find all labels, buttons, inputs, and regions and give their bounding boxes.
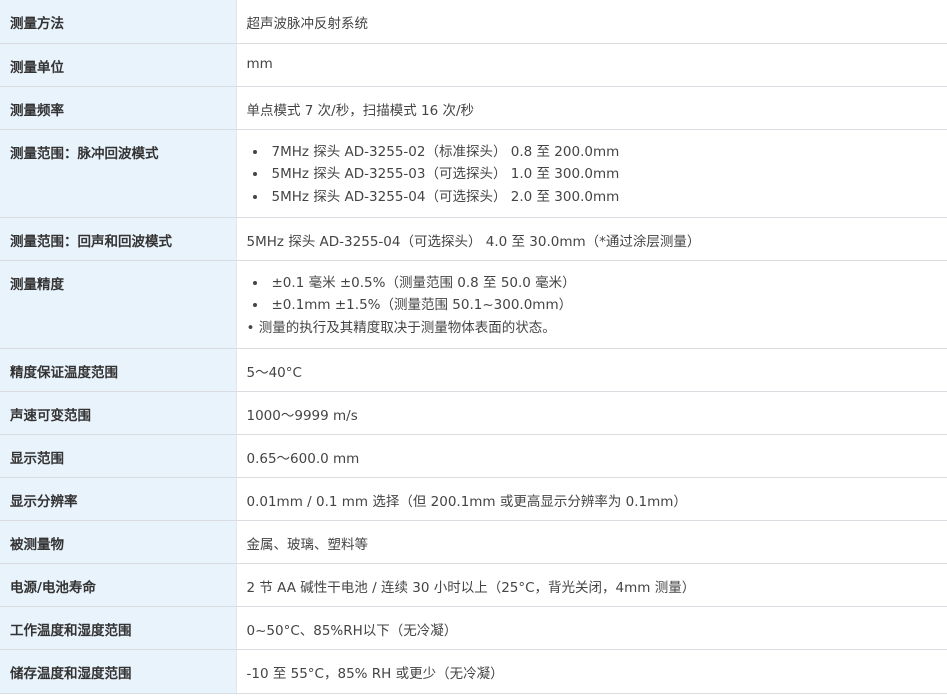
spec-label: 显示范围 <box>0 433 236 478</box>
spec-value: 1000～9999 m/s <box>235 390 947 435</box>
spec-label: 精度保证温度范围 <box>0 347 236 392</box>
list-item: 5MHz 探头 AD-3255-04（可选探头） 2.0 至 300.0mm <box>268 186 935 209</box>
spec-value: mm <box>235 42 947 87</box>
spec-row-measurement-unit: 测量单位 mm <box>0 42 947 87</box>
spec-label: 测量频率 <box>0 85 236 130</box>
spec-value: 7MHz 探头 AD-3255-02（标准探头） 0.8 至 200.0mm 5… <box>235 128 947 218</box>
spec-label: 测量精度 <box>0 259 236 349</box>
spec-label: 显示分辨率 <box>0 476 236 521</box>
accuracy-list: ±0.1 毫米 ±0.5%（测量范围 0.8 至 50.0 毫米） ±0.1mm… <box>247 272 935 317</box>
spec-row-storage-environment: 储存温度和湿度范围 -10 至 55°C，85% RH 或更少（无冷凝） <box>0 648 947 694</box>
spec-value: 超声波脉冲反射系统 <box>235 0 947 44</box>
spec-row-measured-objects: 被测量物 金属、玻璃、塑料等 <box>0 519 947 564</box>
spec-label: 测量方法 <box>0 0 236 44</box>
spec-value: 0.01mm / 0.1 mm 选择（但 200.1mm 或更高显示分辨率为 0… <box>235 476 947 521</box>
spec-value: 0.65～600.0 mm <box>235 433 947 478</box>
list-item: 7MHz 探头 AD-3255-02（标准探头） 0.8 至 200.0mm <box>268 141 935 164</box>
spec-label: 测量范围：脉冲回波模式 <box>0 128 236 218</box>
spec-table: 测量方法 超声波脉冲反射系统 测量单位 mm 测量频率 单点模式 7 次/秒，扫… <box>0 0 947 694</box>
list-item: ±0.1mm ±1.5%（测量范围 50.1~300.0mm） <box>268 294 935 317</box>
probe-range-list: 7MHz 探头 AD-3255-02（标准探头） 0.8 至 200.0mm 5… <box>247 141 935 209</box>
spec-row-operating-environment: 工作温度和湿度范围 0~50°C、85%RH以下（无冷凝） <box>0 605 947 650</box>
spec-value: 金属、玻璃、塑料等 <box>235 519 947 564</box>
spec-value: 5～40°C <box>235 347 947 392</box>
list-item: 5MHz 探头 AD-3255-03（可选探头） 1.0 至 300.0mm <box>268 163 935 186</box>
spec-row-power-battery: 电源/电池寿命 2 节 AA 碱性干电池 / 连续 30 小时以上（25°C，背… <box>0 562 947 607</box>
spec-row-range-echo-echo: 测量范围：回声和回波模式 5MHz 探头 AD-3255-04（可选探头） 4.… <box>0 216 947 261</box>
spec-label: 电源/电池寿命 <box>0 562 236 607</box>
spec-value: 5MHz 探头 AD-3255-04（可选探头） 4.0 至 30.0mm（*通… <box>235 216 947 261</box>
spec-label: 被测量物 <box>0 519 236 564</box>
spec-value: 单点模式 7 次/秒，扫描模式 16 次/秒 <box>235 85 947 130</box>
spec-label: 声速可变范围 <box>0 390 236 435</box>
spec-value: 2 节 AA 碱性干电池 / 连续 30 小时以上（25°C，背光关闭，4mm … <box>235 562 947 607</box>
spec-row-display-resolution: 显示分辨率 0.01mm / 0.1 mm 选择（但 200.1mm 或更高显示… <box>0 476 947 521</box>
spec-row-range-pulse-echo: 测量范围：脉冲回波模式 7MHz 探头 AD-3255-02（标准探头） 0.8… <box>0 128 947 218</box>
spec-value: -10 至 55°C，85% RH 或更少（无冷凝） <box>235 648 947 694</box>
spec-label: 测量范围：回声和回波模式 <box>0 216 236 261</box>
list-item: ±0.1 毫米 ±0.5%（测量范围 0.8 至 50.0 毫米） <box>268 272 935 295</box>
spec-value: ±0.1 毫米 ±0.5%（测量范围 0.8 至 50.0 毫米） ±0.1mm… <box>235 259 947 349</box>
spec-row-measurement-frequency: 测量频率 单点模式 7 次/秒，扫描模式 16 次/秒 <box>0 85 947 130</box>
spec-row-display-range: 显示范围 0.65～600.0 mm <box>0 433 947 478</box>
spec-label: 储存温度和湿度范围 <box>0 648 236 694</box>
accuracy-note: • 测量的执行及其精度取决于测量物体表面的状态。 <box>246 319 556 336</box>
spec-label: 工作温度和湿度范围 <box>0 605 236 650</box>
spec-row-accuracy: 测量精度 ±0.1 毫米 ±0.5%（测量范围 0.8 至 50.0 毫米） ±… <box>0 259 947 349</box>
spec-row-measurement-method: 测量方法 超声波脉冲反射系统 <box>0 0 947 44</box>
spec-row-sound-velocity: 声速可变范围 1000～9999 m/s <box>0 390 947 435</box>
spec-value: 0~50°C、85%RH以下（无冷凝） <box>235 605 947 650</box>
spec-row-accuracy-temperature: 精度保证温度范围 5～40°C <box>0 347 947 392</box>
spec-label: 测量单位 <box>0 42 236 87</box>
